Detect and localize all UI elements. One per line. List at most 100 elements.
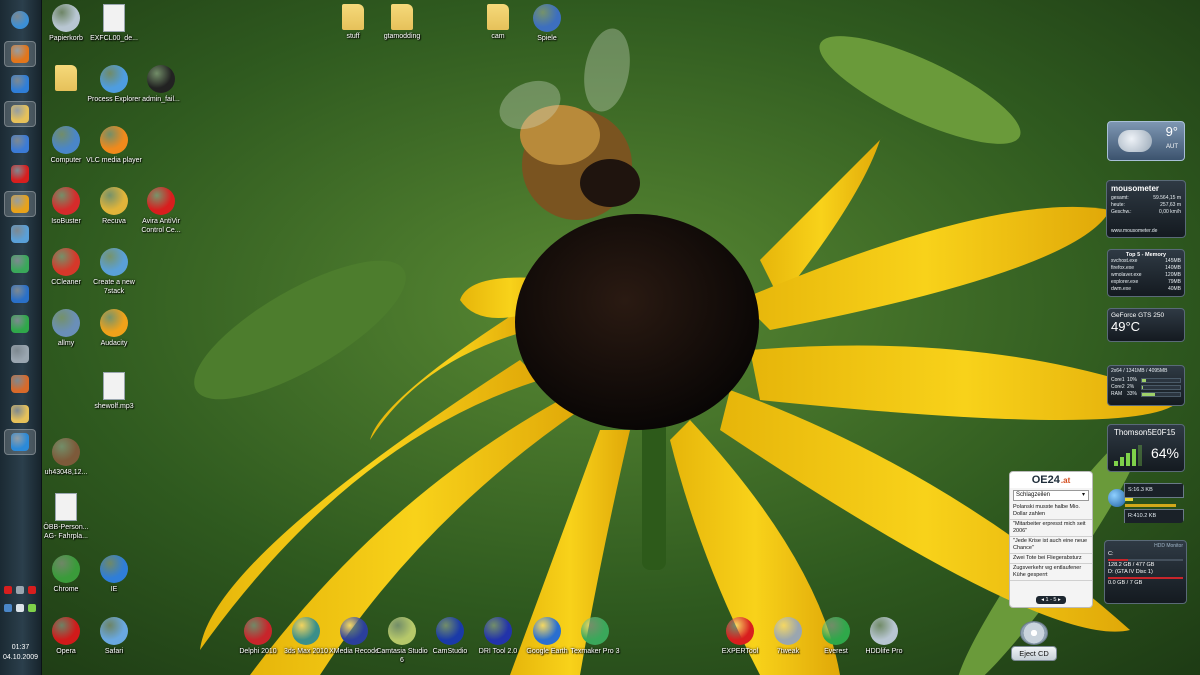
next-icon[interactable]: ▸ xyxy=(1057,597,1061,603)
memory-gadget[interactable]: Top 5 - Memory svchost.exe 145MB firefox.e… xyxy=(1107,249,1185,297)
firefox-icon xyxy=(11,45,29,63)
cpu-key: Core1 xyxy=(1111,377,1125,383)
desktop-icon-label: Create a new 7stack xyxy=(93,279,135,295)
signal-tray-icon[interactable] xyxy=(28,604,36,612)
cpu-meter-gadget[interactable]: 2x64 / 1341MB / 4095MB Core1 10% Core2 2% RA… xyxy=(1107,365,1185,406)
desktop-icon-gtamodding[interactable]: gtamodding xyxy=(374,4,430,41)
mousometer-title: mousometer xyxy=(1111,184,1160,193)
process-memory: 145MB xyxy=(1165,258,1181,264)
news-headline[interactable]: Zwei Tote bei Fliegerabsturz xyxy=(1010,554,1092,564)
desktop-icon-audacity[interactable]: Audacity xyxy=(86,309,142,348)
cpu-key: RAM xyxy=(1111,391,1123,397)
desktop-icon-oebb[interactable]: ÖBB-Person... AG- Fahrpla... xyxy=(38,493,94,541)
desktop-icon-label: IE xyxy=(110,586,118,593)
process-name: dwm.exe xyxy=(1111,286,1132,292)
cpu-bar xyxy=(1141,392,1181,397)
desktop-icon-label: Texmaker Pro 3 xyxy=(570,648,620,655)
clock-date: 04.10.2009 xyxy=(2,654,39,661)
desktop-icon-safari[interactable]: Safari xyxy=(86,617,142,656)
cpu-key: Core2 xyxy=(1111,384,1125,390)
taskbar-button-15[interactable] xyxy=(4,429,36,455)
chrome-icon xyxy=(52,555,80,583)
desktop-icon-spiele[interactable]: Spiele xyxy=(519,4,575,43)
xmedia-recode-icon xyxy=(340,617,368,645)
info-tray-icon[interactable] xyxy=(4,604,12,612)
ccleaner-icon xyxy=(11,315,29,333)
taskbar-button-2[interactable] xyxy=(4,41,36,67)
clock[interactable]: 01:37 04.10.2009 xyxy=(0,643,41,663)
desktop-icon-avira[interactable]: Avira AntiVir Control Ce... xyxy=(133,187,189,235)
desktop-icon-7stack[interactable]: Create a new 7stack xyxy=(86,248,142,296)
wifi-percent: 64% xyxy=(1150,445,1179,461)
system-tray xyxy=(2,583,39,619)
news-pager[interactable]: ◂ 1 - 5 ▸ xyxy=(1036,596,1066,604)
desktop-icon-label: ÖBB-Person... AG- Fahrpla... xyxy=(43,524,89,540)
news-headline[interactable]: Zugsverkehr wg entlaufener Kühe gesperrt xyxy=(1010,564,1092,581)
weather-gadget[interactable]: 9° AUT xyxy=(1107,121,1185,161)
desktop-icon-ie[interactable]: IE xyxy=(86,555,142,594)
desktop-icon-shewolf[interactable]: shewolf.mp3 xyxy=(86,372,142,411)
flag-tray-icon[interactable] xyxy=(28,586,36,594)
desktop-icon-hddlife[interactable]: HDDlife Pro xyxy=(856,617,912,656)
eject-cd-button[interactable]: Eject CD xyxy=(1011,646,1057,661)
mousometer-gadget[interactable]: mousometer gesamt: 59.564,15 m heute: 257,6… xyxy=(1106,180,1186,238)
process-name: explorer.exe xyxy=(1111,279,1139,285)
taskbar-button-13[interactable] xyxy=(4,371,36,397)
taskbar-button-11[interactable] xyxy=(4,311,36,337)
news-headline[interactable]: "Jede Krise ist auch eine neue Chance" xyxy=(1010,537,1092,554)
volume-tray-icon[interactable] xyxy=(16,604,24,612)
download-arrow-icon xyxy=(11,225,29,243)
taskbar-button-14[interactable] xyxy=(4,401,36,427)
memory-row: svchost.exe 145MB xyxy=(1108,258,1184,265)
gpu-temp-gadget[interactable]: GeForce GTS 250 49°C xyxy=(1107,308,1185,342)
desktop-icon-stuff[interactable]: stuff xyxy=(325,4,381,41)
taskbar-button-5[interactable] xyxy=(4,131,36,157)
news-headline[interactable]: Polanski musste halbe Mio. Dollar zahlen xyxy=(1010,503,1092,520)
isobuster-icon xyxy=(52,187,80,215)
wifi-gadget[interactable]: Thomson5E0F15 64% xyxy=(1107,424,1185,472)
cpu-row: Core2 2% xyxy=(1108,384,1184,391)
desktop-icon-label: VLC media player xyxy=(86,157,142,164)
cpu-value: 10% xyxy=(1127,377,1138,383)
news-headline[interactable]: "Mitarbeiter erpresst mich seit 2006" xyxy=(1010,520,1092,537)
chevron-down-icon: ▾ xyxy=(1081,492,1085,498)
taskbar-button-4[interactable] xyxy=(4,101,36,127)
desktop-icon-dritool[interactable]: DRI Tool 2.0 xyxy=(470,617,526,656)
network-tray-icon[interactable] xyxy=(16,586,24,594)
document-icon xyxy=(55,493,77,521)
hdd-drive: D: (GTA IV Disc 1) 0.0 GB / 7 GB xyxy=(1105,569,1186,587)
pdf-icon xyxy=(11,165,29,183)
news-brand-logo[interactable]: OE24 .at xyxy=(1010,472,1092,488)
drive-size: 0.0 GB / 7 GB xyxy=(1108,580,1143,586)
network-up-bar xyxy=(1125,504,1177,507)
taskbar-button-3[interactable] xyxy=(4,71,36,97)
windows-start-icon xyxy=(11,11,29,29)
avira-tray-icon[interactable] xyxy=(4,586,12,594)
mousometer-site[interactable]: www.mousometer.de xyxy=(1111,228,1157,235)
news-category-select[interactable]: Schlagzeilen ▾ xyxy=(1013,490,1089,501)
desktop-icon-label: HDDlife Pro xyxy=(865,648,903,655)
taskbar-button-12[interactable] xyxy=(4,341,36,367)
desktop-icon-uh43048[interactable]: uh43048,12... xyxy=(38,438,94,477)
desktop-icon-exfcl[interactable]: EXFCL00_de... xyxy=(86,4,142,43)
computer-icon xyxy=(52,126,80,154)
internet-explorer-icon xyxy=(100,555,128,583)
desktop-icon-texmaker[interactable]: Texmaker Pro 3 xyxy=(567,617,623,656)
delphi-icon xyxy=(244,617,272,645)
taskbar-button-8[interactable] xyxy=(4,221,36,247)
taskbar-button-10[interactable] xyxy=(4,281,36,307)
weather-location: AUT xyxy=(1166,144,1178,150)
folder-icon xyxy=(487,4,509,30)
taskbar-button-9[interactable] xyxy=(4,251,36,277)
network-meter-gadget[interactable]: S:16.3 KB R:410.2 KB xyxy=(1106,483,1184,523)
desktop-icon-cam[interactable]: cam xyxy=(470,4,526,41)
news-gadget[interactable]: OE24 .at Schlagzeilen ▾ Polanski musste … xyxy=(1009,471,1093,608)
eject-cd-gadget[interactable]: Eject CD xyxy=(1008,619,1060,662)
taskbar-button-7[interactable] xyxy=(4,191,36,217)
taskbar-button-6[interactable] xyxy=(4,161,36,187)
cpu-bar xyxy=(1141,378,1181,383)
hdd-monitor-gadget[interactable]: HDD Monitor C: 128.2 GB / 477 GB D: (GTA I… xyxy=(1104,540,1187,604)
taskbar-button-1[interactable] xyxy=(4,7,36,33)
desktop-icon-vlc[interactable]: VLC media player xyxy=(86,126,142,165)
desktop-icon-adminfail[interactable]: admin_fail... xyxy=(133,65,189,104)
